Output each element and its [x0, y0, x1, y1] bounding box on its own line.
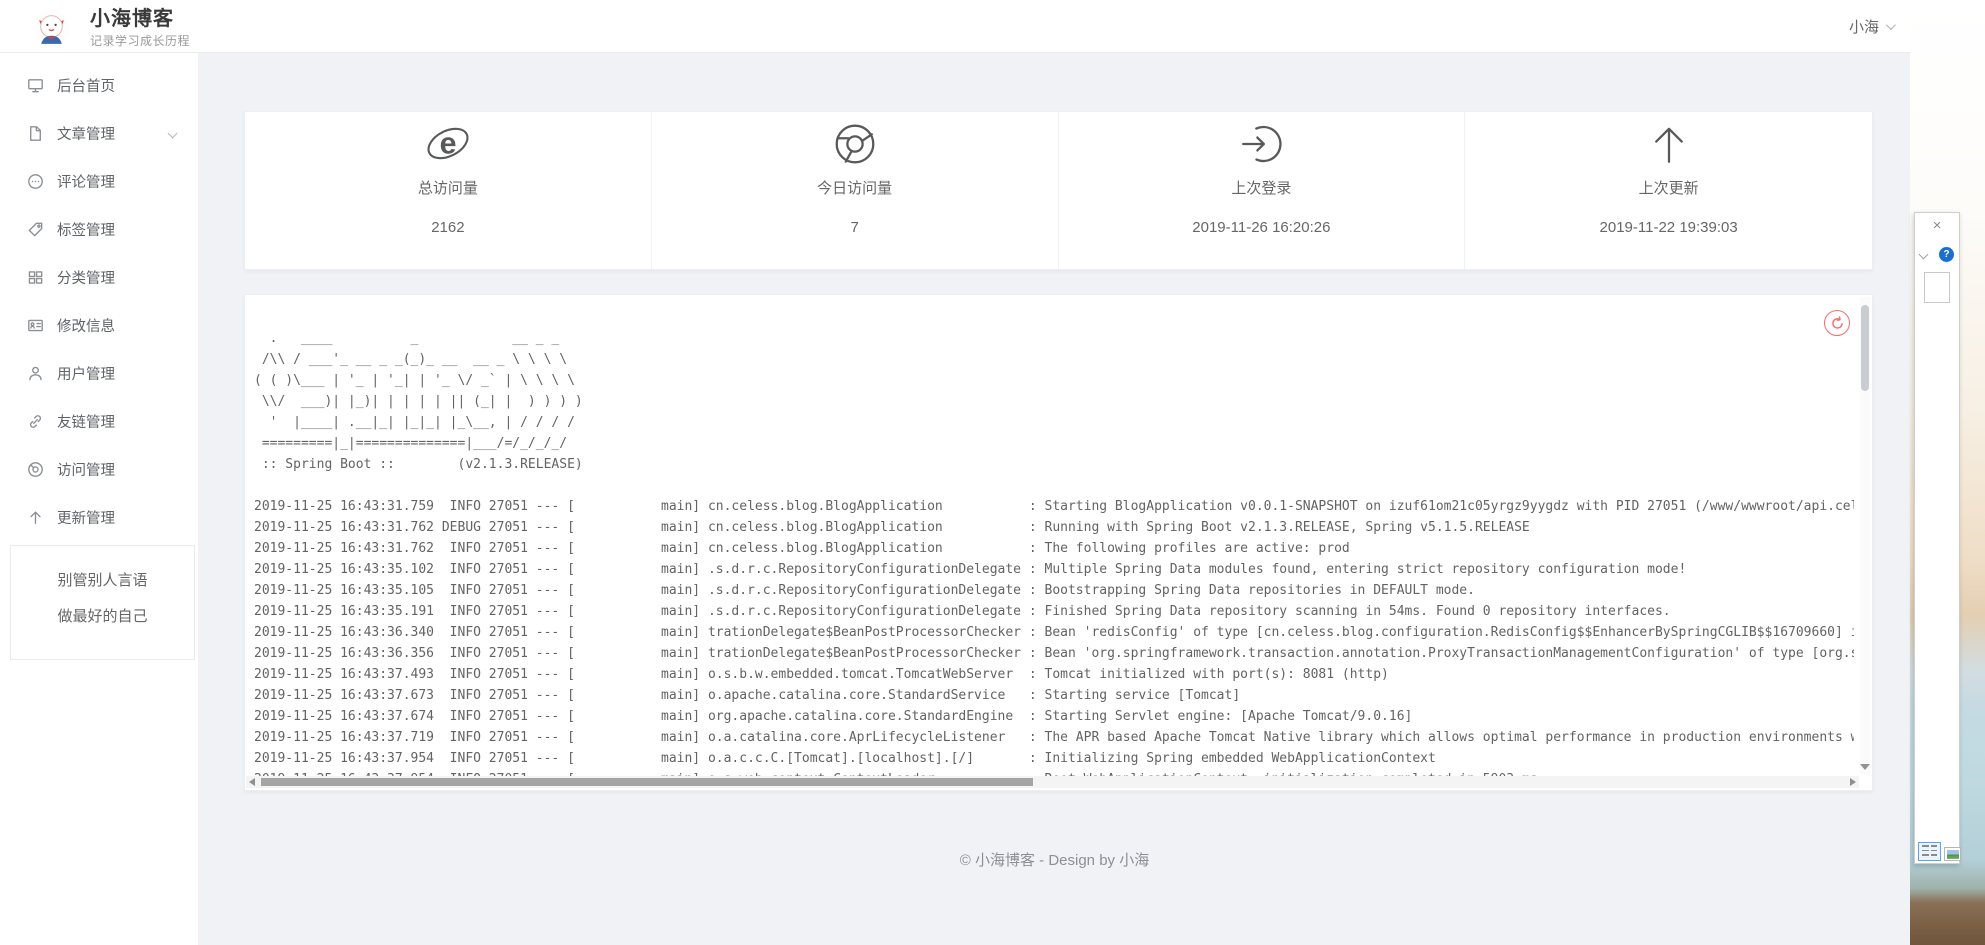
sidebar-item-label: 修改信息 [57, 315, 115, 336]
sidebar-item-label: 访问管理 [57, 459, 115, 480]
page-title: 小海博客 [90, 8, 190, 30]
stat-label: 今日访问量 [652, 177, 1058, 198]
sidebar-item-visits[interactable]: 访问管理 [0, 445, 198, 493]
quote-box: 别管别人言语 做最好的自己 [10, 545, 195, 660]
monitor-icon [27, 77, 44, 94]
sidebar-item-label: 分类管理 [57, 267, 115, 288]
footer-copyright: © 小海博客 - Design by 小海 [199, 849, 1910, 870]
horizontal-scrollbar[interactable] [246, 776, 1859, 788]
brand-text: 小海博客 记录学习成长历程 [90, 8, 190, 49]
quote-line-1: 别管别人言语 [11, 573, 194, 589]
stat-card-last-update: 上次更新 2019-11-22 19:39:03 [1465, 112, 1872, 269]
sidebar-item-label: 标签管理 [57, 219, 115, 240]
horizontal-scrollbar-thumb[interactable] [261, 778, 1033, 786]
stat-card-total-visits: e 总访问量 2162 [245, 112, 652, 269]
stat-value: 2162 [245, 219, 651, 236]
chevron-down-icon [168, 129, 178, 139]
compass-icon [27, 461, 44, 478]
sidebar-item-users[interactable]: 用户管理 [0, 349, 198, 397]
link-icon [27, 413, 44, 430]
stat-card-today-visits: 今日访问量 7 [652, 112, 1059, 269]
log-output: . ____ _ __ _ _ /\\ / ___'_ __ _ _(_)_ _… [254, 328, 1854, 790]
refresh-button[interactable] [1824, 310, 1850, 336]
blog-logo-avatar [33, 10, 70, 47]
brand: 小海博客 记录学习成长历程 [33, 8, 190, 49]
scroll-right-arrow-icon[interactable] [1850, 778, 1856, 786]
arrow-up-icon [1646, 121, 1692, 167]
log-panel: . ____ _ __ _ _ /\\ / ___'_ __ _ _(_)_ _… [244, 294, 1873, 791]
list-view-icon[interactable] [1918, 842, 1941, 861]
sidebar-item-tags[interactable]: 标签管理 [0, 205, 198, 253]
ie-browser-icon: e [425, 121, 471, 167]
desktop-wallpaper: × ? [1910, 0, 1985, 945]
sidebar-item-profile[interactable]: 修改信息 [0, 301, 198, 349]
stats-panel: e 总访问量 2162 今日访问量 7 上次登录 2019-11-26 16:2… [244, 111, 1873, 270]
sidebar: 后台首页 文章管理 评论管理 标签管理 分类管理 修改信息 用户管理 友链管理 … [0, 53, 199, 945]
stat-label: 总访问量 [245, 177, 651, 198]
document-icon [27, 125, 44, 142]
overlay-bottom-toolbar [1918, 842, 1961, 861]
sidebar-item-label: 后台首页 [57, 75, 115, 96]
svg-text:e: e [439, 127, 456, 160]
vertical-scrollbar-thumb[interactable] [1861, 305, 1869, 391]
stat-value: 7 [652, 219, 1058, 236]
sidebar-item-categories[interactable]: 分类管理 [0, 253, 198, 301]
tag-icon [27, 221, 44, 238]
sidebar-item-updates[interactable]: 更新管理 [0, 493, 198, 541]
scroll-down-arrow-icon[interactable] [1860, 764, 1870, 770]
user-dropdown[interactable]: 小海 [1849, 0, 1893, 53]
user-icon [27, 365, 44, 382]
sidebar-item-comments[interactable]: 评论管理 [0, 157, 198, 205]
screen: 小海博客 记录学习成长历程 小海 后台首页 文章管理 评论管理 标签管理 分类管… [0, 0, 1985, 945]
chevron-down-icon [1886, 20, 1896, 30]
close-icon[interactable]: × [1928, 218, 1946, 234]
browser-page: 小海博客 记录学习成长历程 小海 后台首页 文章管理 评论管理 标签管理 分类管… [0, 0, 1910, 945]
overlay-window: × ? [1914, 212, 1960, 864]
sidebar-item-links[interactable]: 友链管理 [0, 397, 198, 445]
chevron-down-icon[interactable] [1919, 250, 1929, 260]
sidebar-item-label: 评论管理 [57, 171, 115, 192]
id-card-icon [27, 317, 44, 334]
vertical-scrollbar[interactable] [1860, 297, 1870, 774]
refresh-icon [1830, 316, 1845, 331]
comment-icon [27, 173, 44, 190]
sidebar-menu: 后台首页 文章管理 评论管理 标签管理 分类管理 修改信息 用户管理 友链管理 … [0, 53, 198, 541]
overlay-toolbar: ? [1915, 247, 1959, 262]
quote-line-2: 做最好的自己 [11, 609, 194, 625]
app-header: 小海博客 记录学习成长历程 小海 [0, 0, 1910, 53]
stat-value: 2019-11-22 19:39:03 [1465, 219, 1872, 236]
page-subtitle: 记录学习成长历程 [90, 32, 190, 49]
arrow-up-icon [27, 509, 44, 526]
chrome-browser-icon [832, 121, 878, 167]
sidebar-item-label: 友链管理 [57, 411, 115, 432]
sidebar-item-label: 更新管理 [57, 507, 115, 528]
stat-label: 上次登录 [1059, 177, 1465, 198]
image-thumbnail-icon[interactable] [1944, 847, 1961, 861]
stat-card-last-login: 上次登录 2019-11-26 16:20:26 [1059, 112, 1466, 269]
stat-value: 2019-11-26 16:20:26 [1059, 219, 1465, 236]
stat-label: 上次更新 [1465, 177, 1872, 198]
help-icon[interactable]: ? [1939, 247, 1954, 262]
overlay-input-box[interactable] [1924, 272, 1950, 303]
sidebar-item-articles[interactable]: 文章管理 [0, 109, 198, 157]
sidebar-item-label: 文章管理 [57, 123, 115, 144]
main-content: e 总访问量 2162 今日访问量 7 上次登录 2019-11-26 16:2… [199, 53, 1910, 945]
user-name: 小海 [1849, 16, 1879, 37]
login-icon [1238, 121, 1284, 167]
sidebar-item-dashboard[interactable]: 后台首页 [0, 61, 198, 109]
grid-icon [27, 269, 44, 286]
sidebar-item-label: 用户管理 [57, 363, 115, 384]
scroll-left-arrow-icon[interactable] [249, 778, 255, 786]
